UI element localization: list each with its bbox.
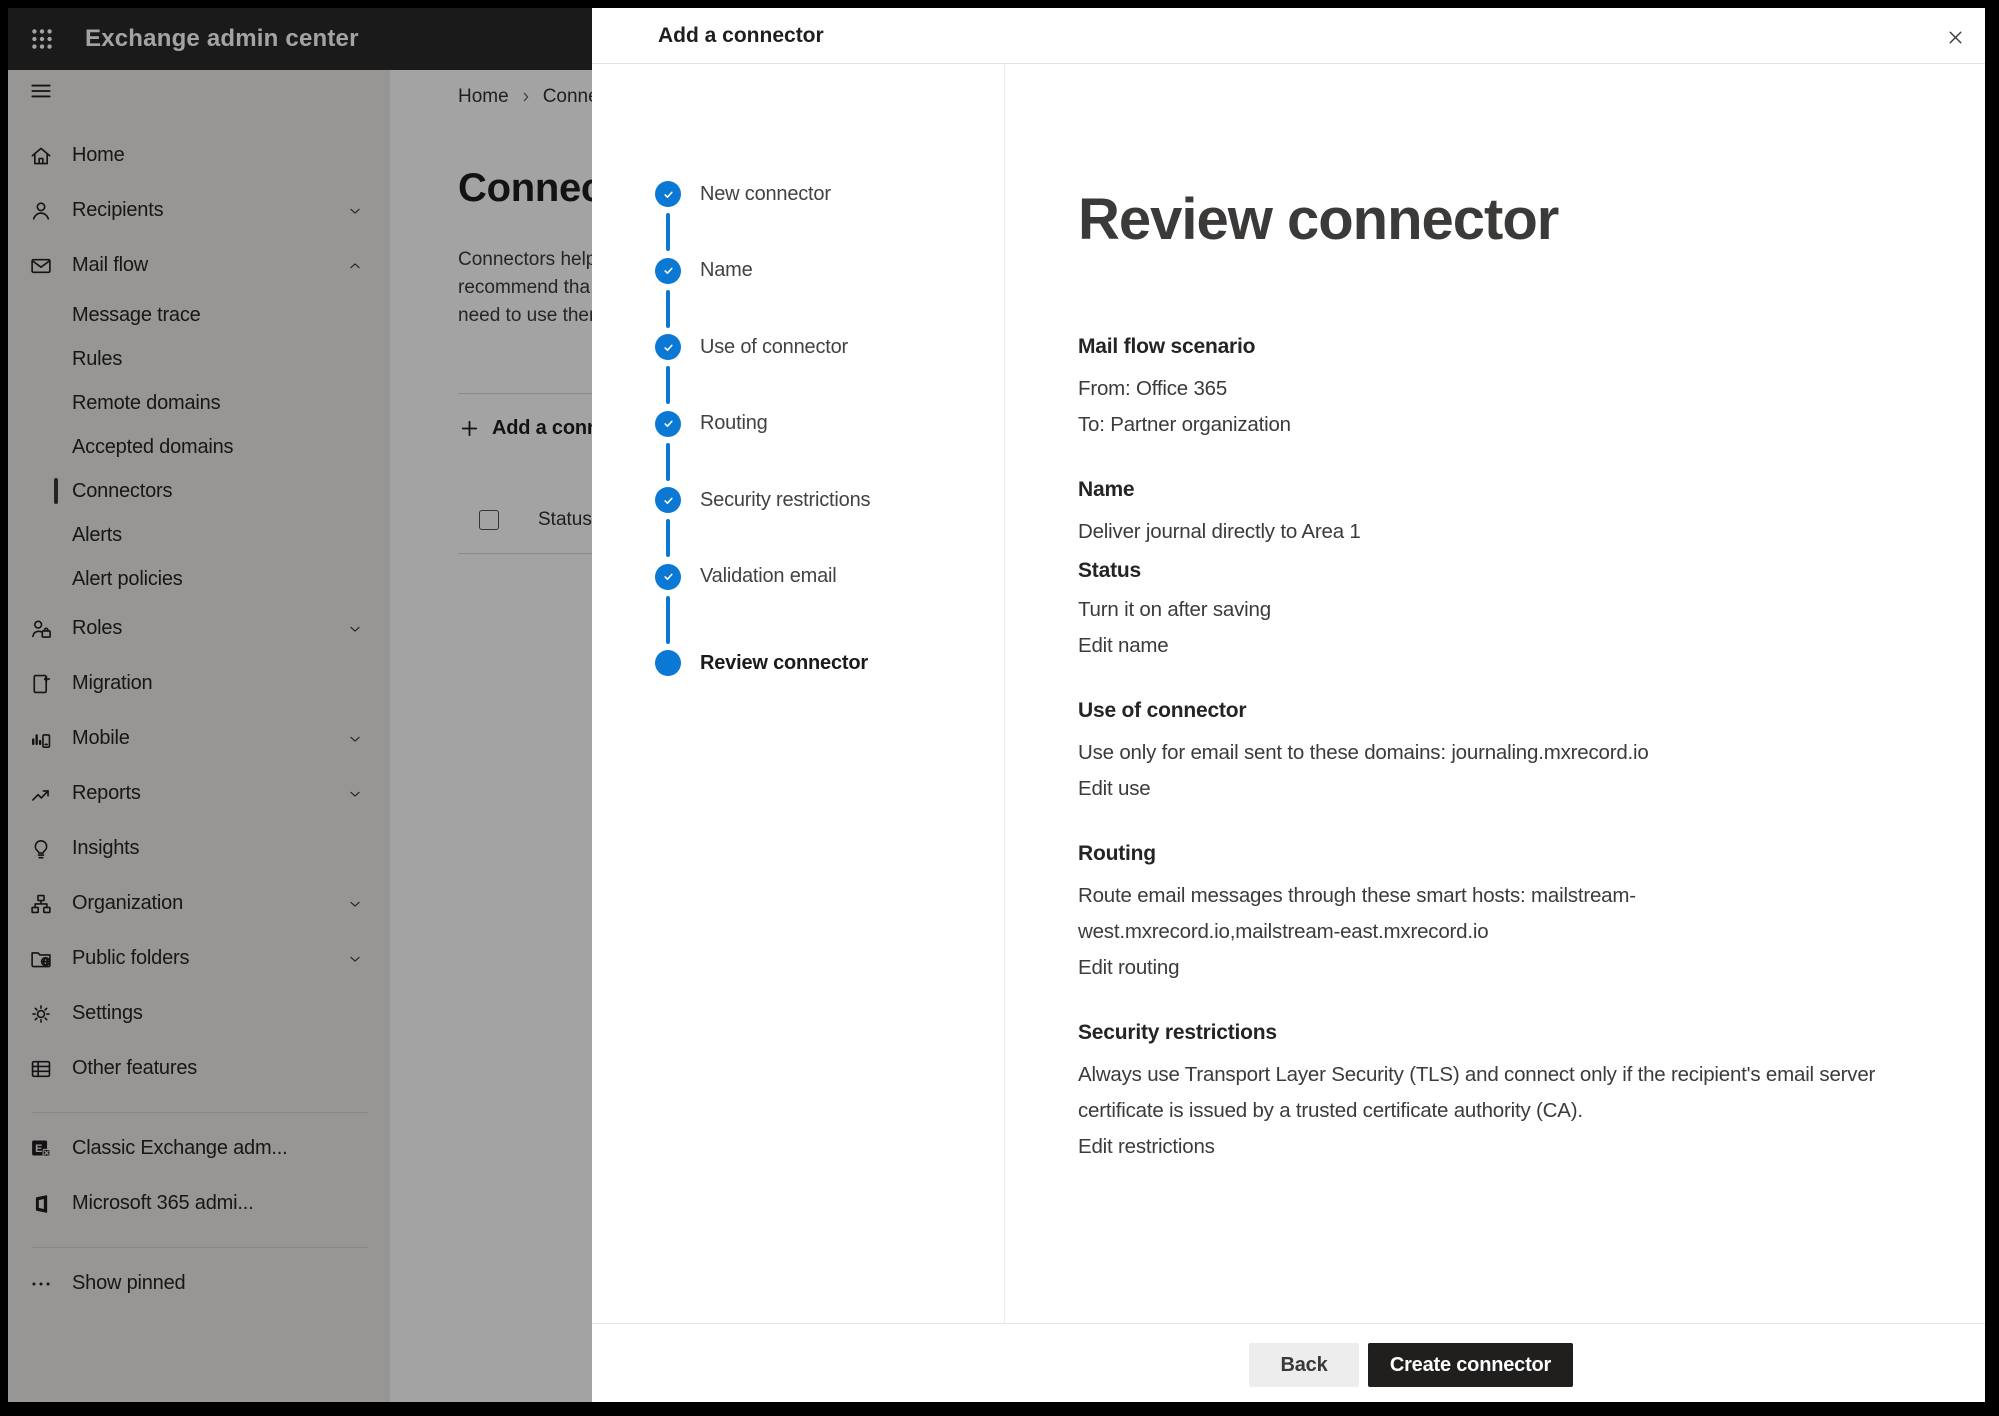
step-completed-check-icon bbox=[655, 181, 681, 207]
review-section-heading: Use of connector bbox=[1078, 697, 1878, 725]
panel-header: Add a connector bbox=[592, 8, 1985, 64]
close-icon[interactable] bbox=[1940, 22, 1970, 52]
step-connector-line bbox=[666, 519, 670, 557]
step-completed-check-icon bbox=[655, 487, 681, 513]
review-text: To: Partner organization bbox=[1078, 407, 1878, 443]
review-section-heading: Routing bbox=[1078, 840, 1878, 868]
edit-name-link[interactable]: Edit name bbox=[1078, 628, 1878, 664]
check-icon bbox=[660, 492, 677, 509]
review-text: Always use Transport Layer Security (TLS… bbox=[1078, 1057, 1878, 1129]
step-completed-check-icon bbox=[655, 411, 681, 437]
wizard-step-new-connector[interactable]: New connector bbox=[655, 181, 831, 207]
wizard-step-validation-email[interactable]: Validation email bbox=[655, 564, 837, 590]
step-completed-check-icon bbox=[655, 334, 681, 360]
review-text: From: Office 365 bbox=[1078, 371, 1878, 407]
check-icon bbox=[660, 415, 677, 432]
edit-routing-link[interactable]: Edit routing bbox=[1078, 950, 1878, 986]
back-button[interactable]: Back bbox=[1249, 1343, 1359, 1387]
add-connector-panel: Add a connector New connector Name Use of … bbox=[592, 8, 1985, 1402]
review-text: Deliver journal directly to Area 1 bbox=[1078, 514, 1878, 550]
wizard-step-routing[interactable]: Routing bbox=[655, 411, 768, 437]
check-icon bbox=[660, 339, 677, 356]
wizard-steps-column: New connector Name Use of connector Routing… bbox=[592, 64, 1005, 1323]
review-text: Route email messages through these smart… bbox=[1078, 878, 1878, 950]
wizard-step-use-of-connector[interactable]: Use of connector bbox=[655, 334, 848, 360]
review-section-heading: Status bbox=[1078, 557, 1878, 585]
edit-use-link[interactable]: Edit use bbox=[1078, 771, 1878, 807]
step-completed-check-icon bbox=[655, 258, 681, 284]
review-section-heading: Security restrictions bbox=[1078, 1019, 1878, 1047]
wizard-step-review-connector[interactable]: Review connector bbox=[655, 650, 868, 676]
review-heading: Review connector bbox=[1078, 186, 1558, 253]
step-connector-line bbox=[666, 290, 670, 328]
step-connector-line bbox=[666, 213, 670, 251]
wizard-step-name[interactable]: Name bbox=[655, 258, 753, 284]
review-text: Turn it on after saving bbox=[1078, 592, 1878, 628]
review-section-heading: Name bbox=[1078, 476, 1878, 504]
create-connector-button[interactable]: Create connector bbox=[1368, 1343, 1573, 1387]
step-current-dot bbox=[655, 650, 681, 676]
review-summary: Mail flow scenario From: Office 365To: Pa… bbox=[1078, 333, 1878, 1165]
wizard-step-security-restrictions[interactable]: Security restrictions bbox=[655, 487, 870, 513]
step-completed-check-icon bbox=[655, 564, 681, 590]
review-section-heading: Mail flow scenario bbox=[1078, 333, 1878, 361]
step-connector-line bbox=[666, 366, 670, 404]
check-icon bbox=[660, 186, 677, 203]
panel-title: Add a connector bbox=[658, 8, 824, 64]
step-connector-line bbox=[666, 443, 670, 481]
check-icon bbox=[660, 568, 677, 585]
edit-restrictions-link[interactable]: Edit restrictions bbox=[1078, 1129, 1878, 1165]
review-text: Use only for email sent to these domains… bbox=[1078, 735, 1878, 771]
step-connector-line bbox=[666, 596, 670, 644]
screen: Exchange admin center HomeRecipientsMail… bbox=[8, 8, 1985, 1402]
check-icon bbox=[660, 262, 677, 279]
